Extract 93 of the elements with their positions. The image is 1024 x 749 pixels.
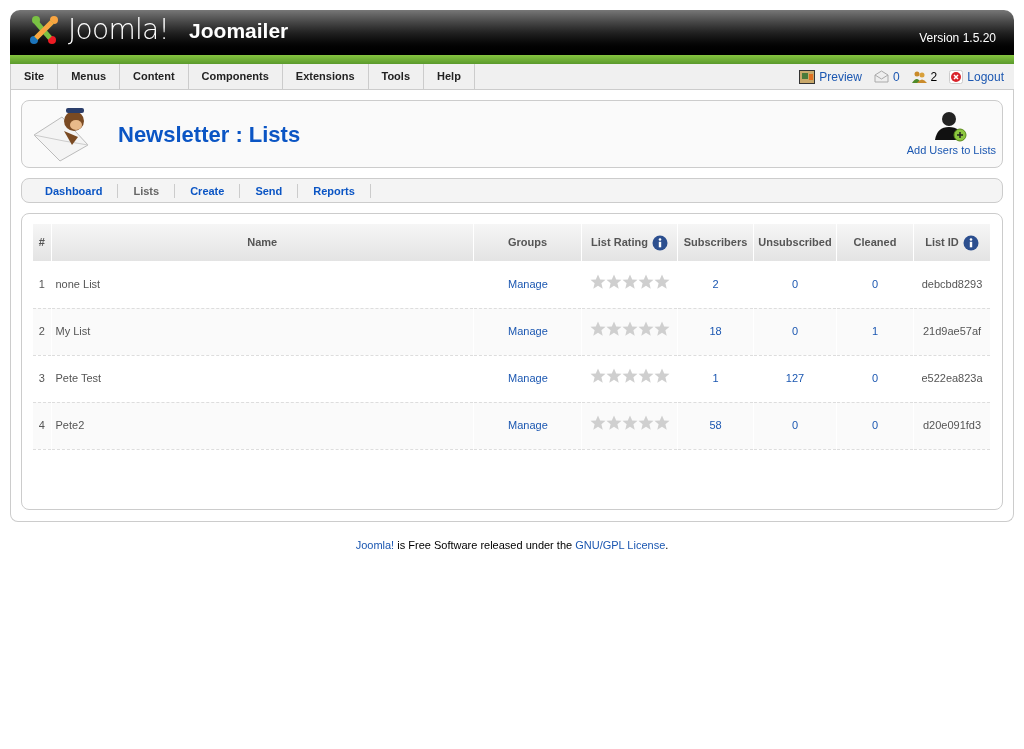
column-header: Cleaned — [853, 235, 897, 251]
star-icon[interactable] — [637, 274, 654, 290]
menu-item[interactable]: Site — [10, 64, 59, 89]
star-icon[interactable] — [621, 321, 638, 338]
row-number: 2 — [38, 325, 45, 338]
manage-link[interactable]: Manage — [508, 372, 548, 385]
logout-icon — [949, 69, 964, 84]
menu-item[interactable]: Menus — [58, 64, 121, 89]
manage-link[interactable]: Manage — [508, 325, 548, 338]
star-icon[interactable] — [653, 415, 670, 432]
app-title: Joomailer — [189, 19, 289, 41]
users-icon — [911, 70, 927, 83]
column-header: Unsubscribed — [758, 235, 832, 251]
column-header: # — [38, 235, 45, 251]
cleaned-count[interactable]: 0 — [871, 419, 879, 432]
unsubscribed-count[interactable]: 0 — [791, 419, 799, 432]
star-rating[interactable] — [589, 274, 670, 290]
joomla-link[interactable]: Joomla! — [355, 539, 395, 551]
unsubscribed-count[interactable]: 127 — [785, 372, 805, 385]
row-number: 1 — [38, 278, 45, 290]
star-icon[interactable] — [589, 368, 606, 385]
version-label: Version 1.5.20 — [919, 30, 996, 47]
column-header: Subscribers — [683, 235, 748, 251]
star-icon[interactable] — [653, 274, 670, 290]
cleaned-count[interactable]: 1 — [871, 325, 879, 338]
footer-text: is Free Software released under the — [397, 539, 573, 551]
subscriber-count[interactable]: 18 — [709, 325, 722, 338]
envelope-icon — [873, 70, 889, 83]
star-icon[interactable] — [621, 415, 638, 432]
star-rating[interactable] — [589, 321, 670, 338]
star-rating[interactable] — [589, 415, 670, 432]
column-header: List ID — [925, 235, 959, 251]
cleaned-count[interactable]: 0 — [871, 372, 879, 385]
star-icon[interactable] — [589, 274, 606, 290]
list-id: debcbd8293 — [921, 278, 983, 290]
submenu-tab[interactable]: Dashboard — [30, 183, 119, 198]
unsubscribed-count[interactable]: 0 — [791, 278, 799, 290]
column-header: Name — [247, 235, 278, 251]
star-icon[interactable] — [589, 321, 606, 338]
submenu-tab[interactable]: Send — [240, 183, 299, 198]
user-count: 2 — [930, 68, 938, 86]
star-icon[interactable] — [621, 368, 638, 385]
list-id: d20e091fd3 — [922, 419, 982, 432]
star-icon[interactable] — [605, 321, 622, 338]
message-count[interactable]: 0 — [892, 67, 900, 86]
star-icon[interactable] — [605, 274, 622, 290]
menu-item[interactable]: Tools — [368, 64, 424, 89]
submenu-tab[interactable]: Reports — [298, 183, 371, 198]
star-icon[interactable] — [637, 321, 654, 338]
row-number: 4 — [38, 419, 45, 432]
menu-item[interactable]: Help — [424, 64, 475, 89]
subscriber-count[interactable]: 2 — [712, 278, 719, 290]
add-users-button[interactable]: Add Users to Lists — [906, 109, 996, 159]
star-icon[interactable] — [637, 368, 654, 385]
page-title: Newsletter : Lists — [118, 120, 301, 149]
unsubscribed-count[interactable]: 0 — [791, 325, 799, 338]
preview-link[interactable]: Preview — [819, 67, 862, 86]
manage-link[interactable]: Manage — [508, 278, 548, 290]
star-icon[interactable] — [637, 415, 654, 432]
preview-icon — [799, 69, 816, 84]
list-name: Pete Test — [55, 372, 102, 385]
star-icon[interactable] — [605, 368, 622, 385]
joomla-logo-icon — [28, 14, 60, 46]
subscriber-count[interactable]: 1 — [712, 372, 719, 385]
star-rating[interactable] — [589, 368, 670, 385]
joomla-wordmark: Joomla! — [68, 16, 170, 44]
star-icon[interactable] — [653, 368, 670, 385]
menu-item[interactable]: Components — [188, 64, 283, 89]
star-icon[interactable] — [621, 274, 638, 290]
column-header: Groups — [507, 235, 548, 251]
list-id: 21d9ae57af — [922, 325, 982, 338]
info-icon[interactable] — [962, 234, 979, 251]
star-icon[interactable] — [589, 415, 606, 432]
submenu-tab[interactable]: Lists — [118, 183, 176, 198]
list-id: e522ea823a — [921, 372, 983, 385]
footer-period: . — [665, 539, 669, 551]
manage-link[interactable]: Manage — [508, 419, 548, 432]
list-name: none List — [55, 278, 101, 290]
cleaned-count[interactable]: 0 — [871, 278, 879, 290]
info-icon[interactable] — [651, 234, 668, 251]
row-number: 3 — [38, 372, 45, 385]
list-name: Pete2 — [55, 419, 85, 432]
user-add-icon — [935, 109, 968, 142]
list-name: My List — [55, 325, 91, 338]
column-header: List Rating — [591, 235, 648, 251]
subscriber-count[interactable]: 58 — [709, 419, 722, 432]
submenu-tab[interactable]: Create — [175, 183, 241, 198]
logout-link[interactable]: Logout — [967, 67, 1004, 86]
star-icon[interactable] — [605, 415, 622, 432]
menu-item[interactable]: Content — [120, 64, 189, 89]
menu-item[interactable]: Extensions — [282, 64, 369, 89]
star-icon[interactable] — [653, 321, 670, 338]
envelope-mascot-icon — [32, 105, 90, 163]
